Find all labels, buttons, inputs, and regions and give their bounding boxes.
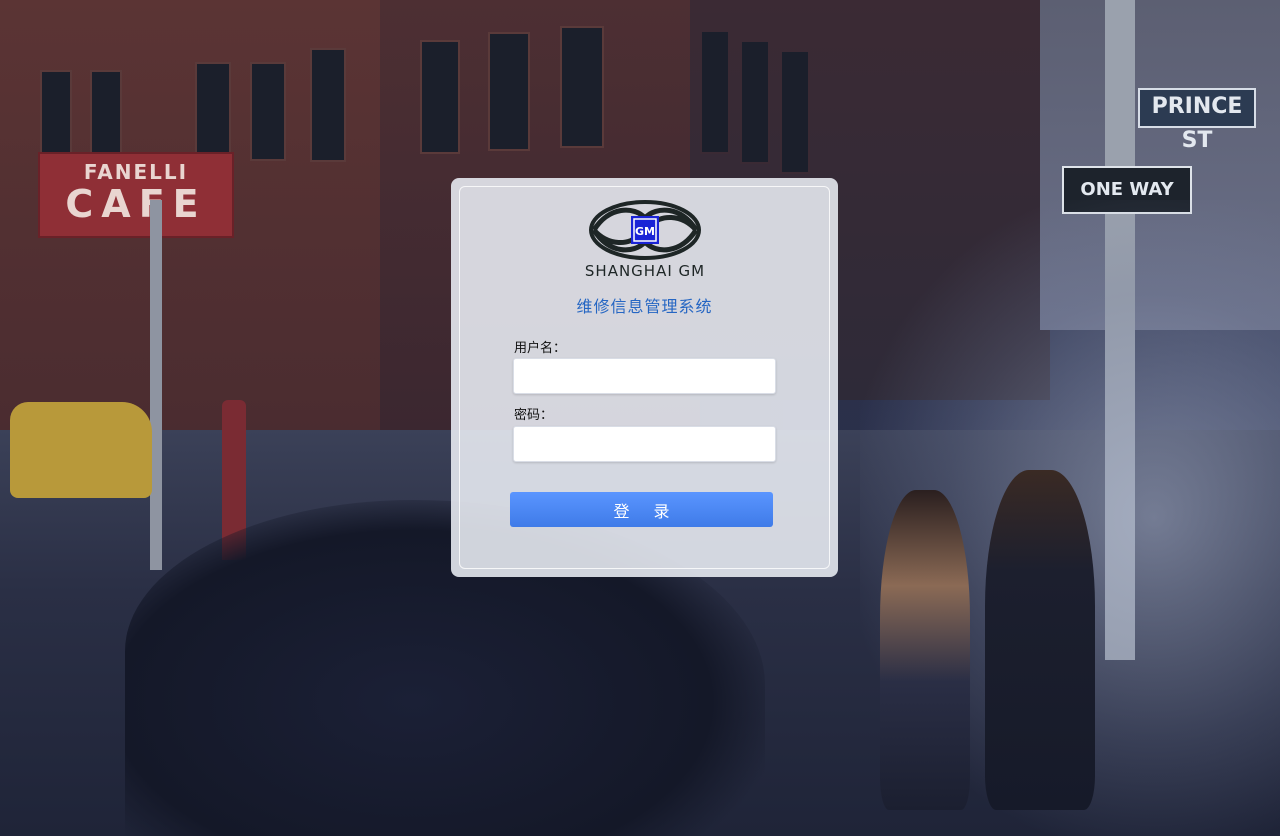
gm-emblem-icon: GM: [589, 200, 701, 260]
password-input[interactable]: [513, 426, 776, 462]
window: [250, 62, 286, 161]
window: [90, 70, 122, 154]
window: [420, 40, 460, 154]
window: [560, 26, 604, 148]
window: [780, 50, 810, 174]
username-label: 用户名：: [514, 340, 567, 355]
window: [740, 40, 770, 164]
street-pole: [150, 200, 162, 570]
cafe-sign-line2: CAFE: [65, 182, 207, 226]
login-panel: GM SHANGHAI GM 维修信息管理系统 用户名： 密码： 登录: [451, 178, 838, 577]
username-input[interactable]: [513, 358, 776, 394]
cafe-sign-line1: FANELLI: [83, 160, 189, 184]
password-label: 密码：: [514, 407, 554, 422]
window: [195, 62, 231, 161]
logo-text: SHANGHAI GM: [584, 262, 706, 280]
window: [40, 70, 72, 154]
person-man: [985, 470, 1095, 810]
logo-badge-text: GM: [635, 225, 655, 238]
cafe-sign: FANELLI CAFE: [38, 152, 234, 238]
login-button[interactable]: 登录: [510, 492, 773, 527]
system-title: 维修信息管理系统: [576, 299, 713, 316]
window: [310, 48, 346, 162]
taxi: [10, 402, 152, 498]
window: [700, 30, 730, 154]
window: [488, 32, 530, 151]
person-woman: [880, 490, 970, 810]
shanghai-gm-logo: GM SHANGHAI GM: [564, 200, 726, 284]
street-name-sign: PRINCE ST: [1138, 88, 1256, 153]
